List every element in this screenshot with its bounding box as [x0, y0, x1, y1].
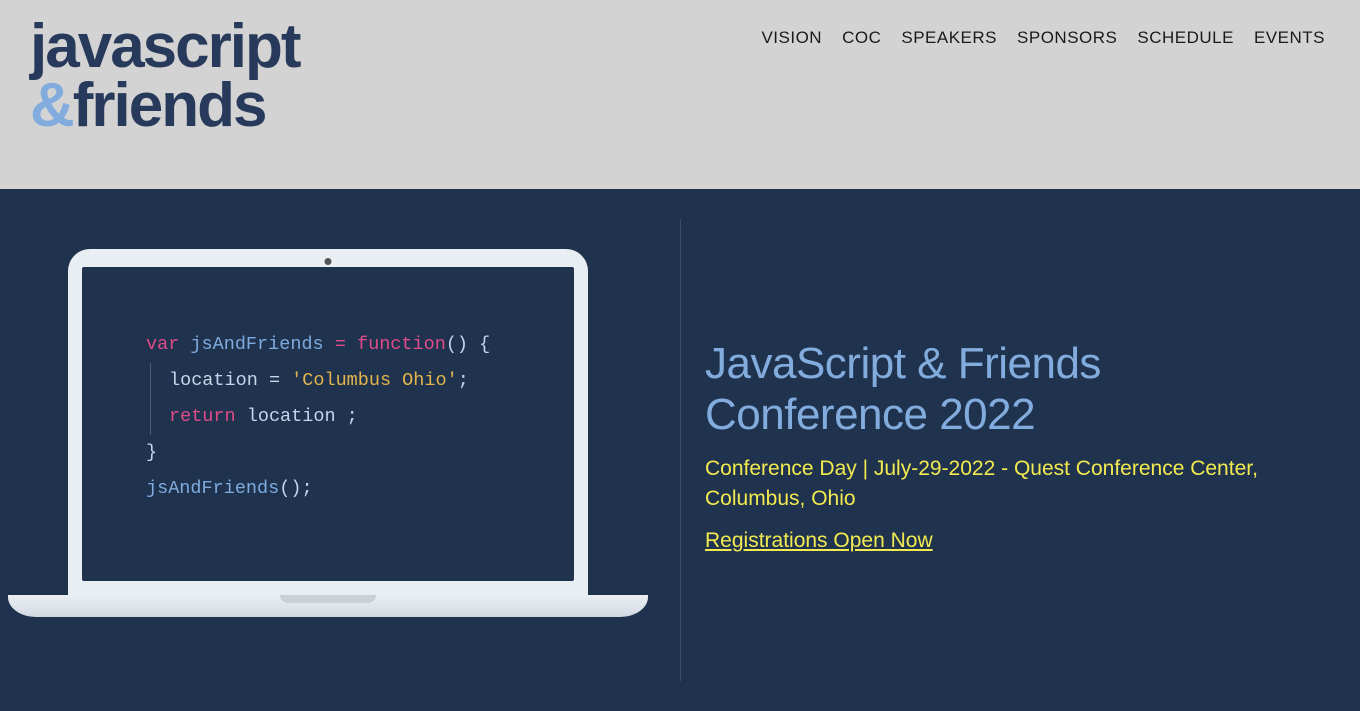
vertical-divider	[680, 219, 681, 681]
laptop-screen: var jsAndFriends = function() { location…	[82, 267, 574, 581]
laptop-illustration: var jsAndFriends = function() { location…	[8, 249, 680, 617]
code-location-ident: location	[169, 370, 258, 391]
code-call-name: jsAndFriends	[146, 478, 279, 499]
code-semi-2: ;	[336, 406, 358, 427]
site-logo[interactable]: javascript &friends	[30, 18, 300, 136]
logo-line-2: &friends	[30, 77, 300, 136]
laptop-lid: var jsAndFriends = function() { location…	[68, 249, 588, 595]
code-keyword-return: return	[169, 406, 236, 427]
code-line-1: var jsAndFriends = function() {	[146, 327, 546, 363]
code-line-5: jsAndFriends();	[146, 471, 546, 507]
code-location-assign: =	[269, 370, 280, 391]
laptop-camera-icon	[325, 258, 332, 265]
site-header: javascript &friends VISION COC SPEAKERS …	[0, 0, 1360, 189]
code-keyword-function: function	[357, 334, 446, 355]
nav-vision[interactable]: VISION	[761, 28, 822, 48]
code-keyword-var: var	[146, 334, 179, 355]
registration-link[interactable]: Registrations Open Now	[705, 529, 933, 552]
code-close-brace: }	[146, 442, 157, 463]
hero-section: var jsAndFriends = function() { location…	[0, 189, 1360, 711]
code-fn-name: jsAndFriends	[190, 334, 323, 355]
laptop-trackpad-notch	[280, 595, 376, 603]
hero-right-col: JavaScript & Friends Conference 2022 Con…	[680, 189, 1360, 711]
code-semi-1: ;	[458, 370, 469, 391]
code-parens-open: () {	[446, 334, 490, 355]
code-string-literal: 'Columbus Ohio'	[291, 370, 458, 391]
logo-friends-text: friends	[73, 71, 266, 140]
code-block-indent: location = 'Columbus Ohio'; return locat…	[150, 363, 546, 435]
code-line-4: }	[146, 435, 546, 471]
laptop-base	[8, 595, 648, 617]
nav-schedule[interactable]: SCHEDULE	[1137, 28, 1234, 48]
nav-coc[interactable]: COC	[842, 28, 881, 48]
hero-title: JavaScript & Friends Conference 2022	[705, 339, 1325, 440]
hero-subtitle: Conference Day | July-29-2022 - Quest Co…	[705, 454, 1325, 513]
code-line-2: location = 'Columbus Ohio';	[169, 363, 546, 399]
nav-sponsors[interactable]: SPONSORS	[1017, 28, 1117, 48]
hero-left-col: var jsAndFriends = function() { location…	[0, 189, 680, 711]
nav-events[interactable]: EVENTS	[1254, 28, 1325, 48]
main-nav: VISION COC SPEAKERS SPONSORS SCHEDULE EV…	[761, 18, 1325, 48]
nav-speakers[interactable]: SPEAKERS	[901, 28, 997, 48]
logo-line-1: javascript	[30, 18, 300, 77]
logo-ampersand: &	[30, 71, 73, 140]
code-call-parens: ();	[279, 478, 312, 499]
code-line-3: return location ;	[169, 399, 546, 435]
code-return-ident: location	[247, 406, 336, 427]
code-assign-op: =	[335, 334, 346, 355]
